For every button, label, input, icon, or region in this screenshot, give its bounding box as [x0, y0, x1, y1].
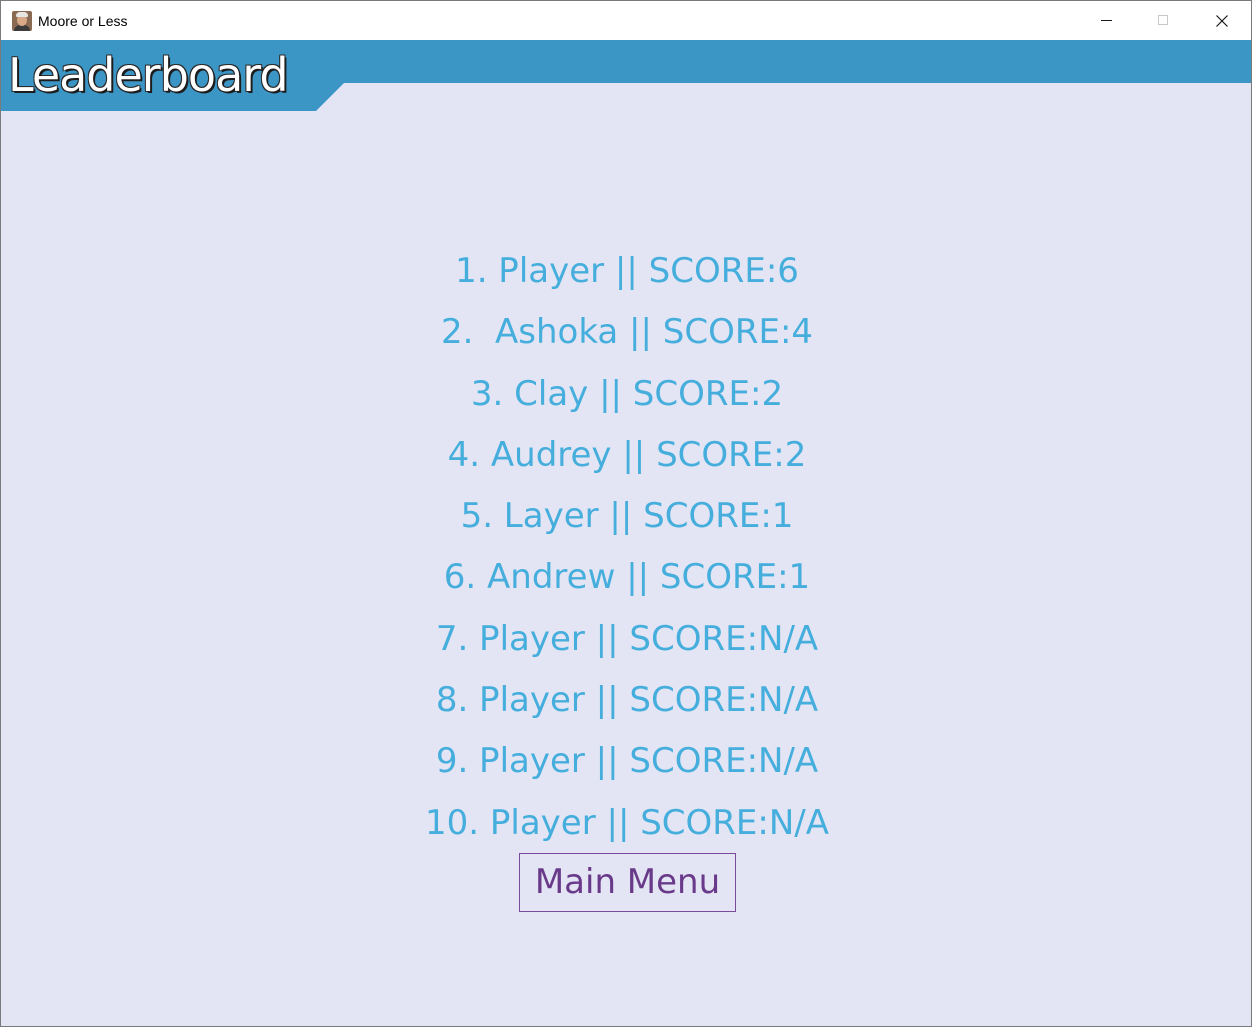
leaderboard-entry-3: 3. Clay || SCORE:2 — [470, 373, 784, 414]
leaderboard-entry-2: 2. Ashoka || SCORE:4 — [440, 312, 814, 353]
page-title: Leaderboard — [8, 48, 289, 102]
title-bar[interactable]: Moore or Less — [1, 1, 1251, 40]
leaderboard-entry-4: 4. Audrey || SCORE:2 — [447, 434, 807, 475]
leaderboard-entry-10: 10. Player || SCORE:N/A — [425, 802, 829, 843]
maximize-button[interactable] — [1135, 1, 1193, 40]
app-window: Moore or Less Leaderboard 1. Player || S… — [0, 0, 1252, 1027]
leaderboard-entry-6: 6. Andrew || SCORE:1 — [443, 557, 811, 598]
leaderboard-entry-7: 7. Player || SCORE:N/A — [435, 618, 819, 659]
leaderboard-entry-9: 9. Player || SCORE:N/A — [435, 741, 819, 782]
minimize-button[interactable] — [1077, 1, 1135, 40]
main-menu-button[interactable]: Main Menu — [519, 853, 736, 912]
close-button[interactable] — [1193, 1, 1251, 40]
maximize-icon — [1158, 15, 1168, 25]
leaderboard-entry-1: 1. Player || SCORE:6 — [455, 251, 799, 291]
leaderboard-list: 1. Player || SCORE:6 2. Ashoka || SCORE:… — [1, 241, 1251, 854]
app-portrait-icon — [12, 11, 32, 31]
window-title: Moore or Less — [38, 13, 128, 29]
minimize-icon — [1101, 20, 1112, 21]
leaderboard-entry-8: 8. Player || SCORE:N/A — [435, 680, 819, 721]
close-icon — [1216, 15, 1228, 27]
leaderboard-entry-5: 5. Layer || SCORE:1 — [460, 496, 794, 537]
